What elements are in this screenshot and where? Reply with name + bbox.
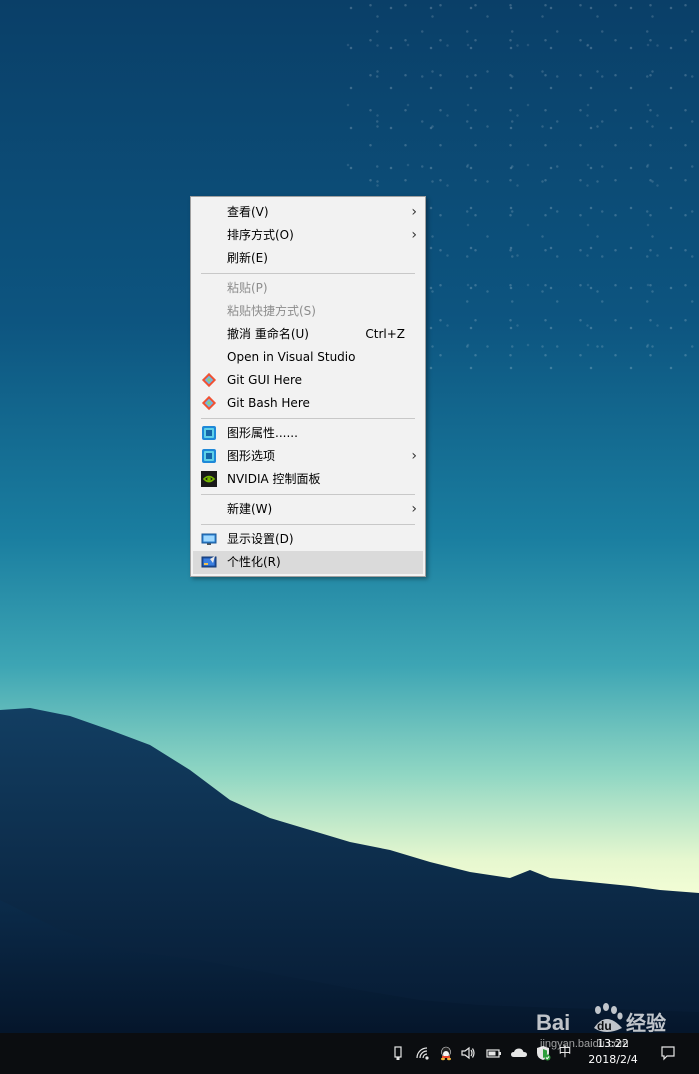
battery-icon[interactable] xyxy=(486,1045,502,1061)
menu-item-graphics-properties[interactable]: 图形属性...... xyxy=(193,422,423,445)
notification-icon[interactable] xyxy=(660,1045,676,1061)
menu-item-label: Git Bash Here xyxy=(227,396,310,410)
menu-item-nvidia-control-panel[interactable]: NVIDIA 控制面板 xyxy=(193,468,423,491)
volume-icon[interactable] xyxy=(460,1045,476,1061)
menu-separator xyxy=(201,418,415,419)
menu-item-refresh[interactable]: 刷新(E) xyxy=(193,247,423,270)
menu-item-personalize[interactable]: 个性化(R) xyxy=(193,551,423,574)
chevron-right-icon: › xyxy=(411,501,417,517)
chevron-right-icon: › xyxy=(411,448,417,464)
menu-item-label: Open in Visual Studio xyxy=(227,350,356,364)
clock-date: 2018/2/4 xyxy=(588,1053,638,1066)
menu-item-display-settings[interactable]: 显示设置(D) xyxy=(193,528,423,551)
chevron-right-icon: › xyxy=(411,227,417,243)
menu-item-label: 刷新(E) xyxy=(227,251,268,265)
menu-item-git-gui-here[interactable]: Git GUI Here xyxy=(193,369,423,392)
menu-item-label: 图形属性...... xyxy=(227,426,298,440)
menu-item-label: 图形选项 xyxy=(227,449,276,463)
onedrive-icon[interactable] xyxy=(510,1045,527,1061)
menu-item-label: 排序方式(O) xyxy=(227,228,294,242)
menu-item-paste-shortcut[interactable]: 粘贴快捷方式(S) xyxy=(193,300,423,323)
menu-item-undo-rename[interactable]: 撤消 重命名(U) Ctrl+Z xyxy=(193,323,423,346)
display-icon xyxy=(201,533,217,545)
menu-item-label: 个性化(R) xyxy=(227,555,281,569)
menu-item-label: Git GUI Here xyxy=(227,373,303,387)
menu-item-graphics-options[interactable]: 图形选项 › xyxy=(193,445,423,468)
qq-icon[interactable] xyxy=(438,1045,454,1061)
git-icon xyxy=(201,372,217,388)
menu-item-git-bash-here[interactable]: Git Bash Here xyxy=(193,392,423,415)
menu-separator xyxy=(201,524,415,525)
git-icon xyxy=(201,395,217,411)
intel-graphics-icon xyxy=(202,426,216,440)
menu-item-new[interactable]: 新建(W) › xyxy=(193,498,423,521)
desktop-context-menu: 查看(V) › 排序方式(O) › 刷新(E) 粘贴(P) 粘贴快捷方式(S) … xyxy=(190,196,426,577)
menu-separator xyxy=(201,494,415,495)
chevron-right-icon: › xyxy=(411,204,417,220)
intel-graphics-icon xyxy=(202,449,216,463)
menu-item-sort-by[interactable]: 排序方式(O) › xyxy=(193,224,423,247)
menu-item-label: 粘贴快捷方式(S) xyxy=(227,304,316,318)
menu-item-view[interactable]: 查看(V) › xyxy=(193,201,423,224)
menu-separator xyxy=(201,273,415,274)
wifi-icon[interactable] xyxy=(414,1045,430,1061)
menu-item-label: 新建(W) xyxy=(227,502,273,516)
menu-item-paste[interactable]: 粘贴(P) xyxy=(193,277,423,300)
menu-item-shortcut: Ctrl+Z xyxy=(365,327,405,341)
nvidia-icon xyxy=(201,471,217,487)
personalize-icon xyxy=(201,556,217,568)
menu-item-label: 查看(V) xyxy=(227,205,269,219)
menu-item-label: 显示设置(D) xyxy=(227,532,294,546)
watermark-url: jingyan.baidu.com xyxy=(540,1038,629,1050)
menu-item-open-in-visual-studio[interactable]: Open in Visual Studio xyxy=(193,346,423,369)
menu-item-label: 粘贴(P) xyxy=(227,281,268,295)
menu-item-label: NVIDIA 控制面板 xyxy=(227,472,321,486)
usb-icon[interactable] xyxy=(390,1045,406,1061)
menu-item-label: 撤消 重命名(U) xyxy=(227,327,309,341)
